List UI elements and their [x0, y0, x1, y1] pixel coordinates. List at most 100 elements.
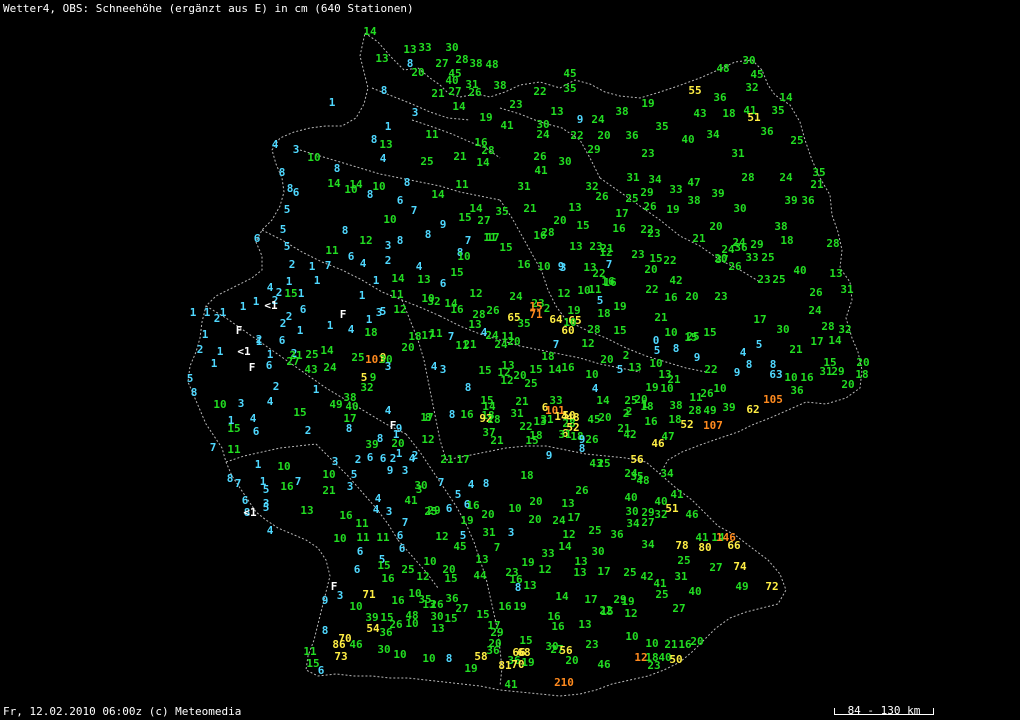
station-value: 36 [610, 528, 624, 541]
station-value: 21 [692, 232, 706, 245]
station-value: 3 [293, 143, 300, 156]
station-value: 27 [286, 355, 299, 368]
station-value: 8 [446, 652, 453, 665]
station-value: 15 [525, 434, 538, 447]
station-value: 23 [757, 273, 770, 286]
station-value: 6 [354, 563, 361, 576]
station-value: 3 [560, 261, 567, 274]
station-value: 32 [360, 381, 373, 394]
station-value: 1 [240, 300, 247, 313]
station-value: 21 [440, 453, 454, 466]
station-value: 45 [563, 67, 576, 80]
station-value: 30 [733, 202, 746, 215]
station-value: 13 [475, 553, 488, 566]
station-value: 25 [424, 505, 437, 518]
station-value: 10 [349, 600, 362, 613]
station-value: 3 [337, 589, 344, 602]
station-value: 3 [385, 360, 392, 373]
station-value: 17 [597, 565, 610, 578]
station-value: 11 [390, 288, 404, 301]
station-value: 25 [420, 155, 433, 168]
station-value: 8 [579, 442, 586, 455]
station-value: 21 [431, 87, 445, 100]
station-value: 12 [421, 433, 434, 446]
station-value: 12 [557, 287, 570, 300]
station-value: 5 [284, 203, 291, 216]
station-value: 8 [449, 408, 456, 421]
station-value: 7 [465, 234, 472, 247]
station-value: 15 [529, 363, 542, 376]
station-value: 19 [460, 514, 473, 527]
station-value: 24 [808, 304, 822, 317]
station-value: 2 [355, 453, 362, 466]
station-value: 28 [826, 237, 839, 250]
station-value: 23 [641, 147, 654, 160]
station-value: 20 [597, 129, 610, 142]
station-value: 10 [585, 368, 598, 381]
station-value: 1 [204, 306, 211, 319]
station-value: 8 [404, 176, 411, 189]
station-value: 9 [440, 218, 447, 231]
station-value: 11 [429, 327, 443, 340]
station-value: 50 [669, 653, 682, 666]
station-value: 29 [587, 143, 600, 156]
station-value: 17 [753, 313, 766, 326]
station-value: 74 [733, 560, 747, 573]
station-value: 1 [396, 447, 403, 460]
station-value: 8 [279, 166, 286, 179]
station-value: 46 [597, 658, 611, 671]
station-value: 15 [284, 287, 297, 300]
station-value: 4 [267, 281, 274, 294]
station-value: 21 [453, 150, 467, 163]
station-value: 15 [478, 364, 491, 377]
station-value: 39 [722, 401, 735, 414]
station-value: 1 [329, 96, 336, 109]
scale-line [834, 714, 934, 715]
station-value: 15 [444, 612, 457, 625]
station-value: 5 [380, 305, 387, 318]
station-value: 8 [334, 162, 341, 175]
station-value: 10 [307, 151, 320, 164]
station-value: 4 [267, 395, 274, 408]
station-value: 1 [309, 260, 316, 273]
scale-label: 84 - 130 km [847, 704, 921, 717]
station-value: 13 [561, 497, 574, 510]
station-value: 8 [367, 188, 374, 201]
station-value: 78 [675, 539, 688, 552]
station-value: 14 [452, 100, 466, 113]
station-value: 10 [457, 250, 470, 263]
station-value: 73 [334, 650, 347, 663]
map-footer: Fr, 12.02.2010 06:00z (c) Meteomedia [3, 705, 242, 718]
station-value: 14 [320, 344, 334, 357]
station-value: 6 [397, 529, 404, 542]
station-value: 10 [537, 260, 550, 273]
station-value: 19 [521, 556, 534, 569]
station-value: 6 [367, 451, 374, 464]
station-value: 32 [427, 295, 440, 308]
station-value: 28 [487, 413, 500, 426]
station-value: 1 [297, 324, 304, 337]
station-value: 5 [756, 338, 763, 351]
station-value: 27 [641, 516, 654, 529]
station-value: 25 [655, 588, 668, 601]
map-stage: 14 13 8 33 30 13 27 28 38 48 20 45 40 31 38 21 27 26 22 45 3… [0, 0, 1020, 720]
station-value: 10 [333, 532, 346, 545]
station-value: 20 [600, 353, 613, 366]
station-value: 21 [463, 338, 477, 351]
station-value: 26 [533, 150, 547, 163]
station-value: 16 [517, 258, 531, 271]
station-value: 8 [425, 411, 432, 424]
station-value: 1 [366, 313, 373, 326]
station-value: 16 [664, 291, 678, 304]
station-value: 56 [630, 453, 644, 466]
station-value: 5 [654, 344, 661, 357]
station-value: 29 [831, 365, 844, 378]
station-value: 11 [689, 391, 703, 404]
station-value: 1 [220, 306, 227, 319]
station-value: 1 [314, 274, 321, 287]
station-value: 45 [453, 540, 466, 553]
station-value: 24 [779, 171, 793, 184]
station-value: 31 [540, 413, 554, 426]
station-value: 40 [681, 133, 694, 146]
station-value: 27 [477, 214, 490, 227]
